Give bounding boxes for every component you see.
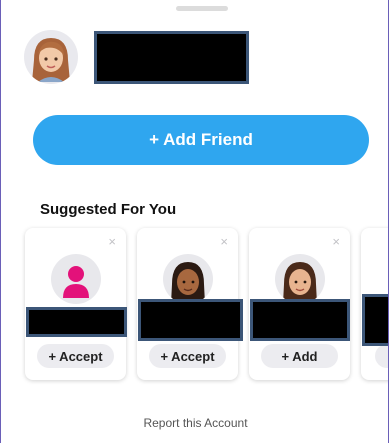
accept-button[interactable]: + Accept <box>149 344 226 368</box>
default-avatar-icon <box>51 254 101 304</box>
dismiss-close-icon[interactable]: × <box>220 235 228 248</box>
add-friend-button[interactable]: + Add Friend <box>33 115 369 165</box>
accept-button[interactable]: + Accept <box>37 344 114 368</box>
suggested-carousel[interactable]: × + Accept × + Accept × + Add <box>1 228 388 380</box>
report-account-link[interactable]: Report this Account <box>1 416 388 430</box>
redacted-profile-name <box>94 31 249 84</box>
profile-sheet: + Add Friend Suggested For You × + Accep… <box>0 0 389 443</box>
dismiss-close-icon[interactable]: × <box>108 235 116 248</box>
action-button[interactable] <box>375 344 388 368</box>
add-button[interactable]: + Add <box>261 344 338 368</box>
redacted-name <box>250 299 350 341</box>
drag-handle[interactable] <box>176 6 228 11</box>
profile-avatar <box>24 30 78 84</box>
suggestion-card[interactable]: × + Accept <box>25 228 126 380</box>
bitmoji-avatar <box>163 254 213 304</box>
redacted-name <box>362 294 388 346</box>
dismiss-close-icon[interactable]: × <box>332 235 340 248</box>
redacted-name <box>138 299 243 341</box>
suggested-title: Suggested For You <box>40 201 177 218</box>
redacted-name <box>26 307 127 337</box>
bitmoji-avatar <box>275 254 325 304</box>
